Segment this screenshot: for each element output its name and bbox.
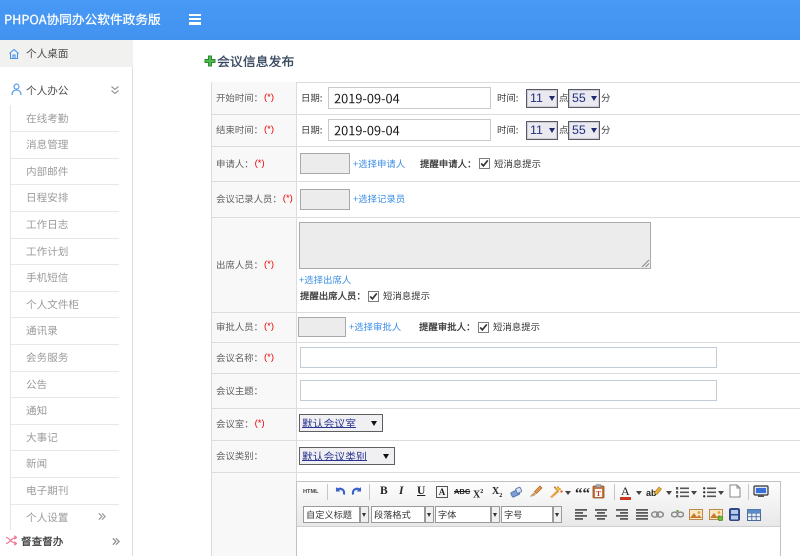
svg-text:T: T	[596, 490, 601, 498]
